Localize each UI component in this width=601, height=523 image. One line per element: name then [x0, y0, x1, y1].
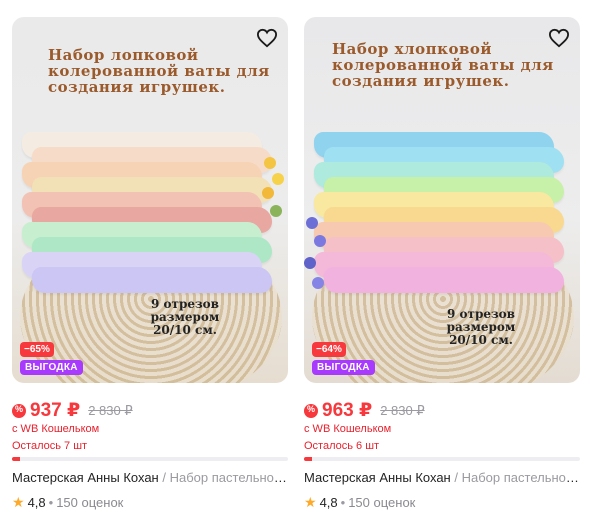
old-price: 2 830 ₽ [88, 402, 133, 418]
promo-badge: ВЫГОДКА [312, 360, 375, 375]
photo-size-note: 9 отрезов размером 20/10 см. [446, 307, 516, 347]
cotton-layer [324, 267, 564, 293]
heart-outline-icon [256, 28, 278, 48]
product-title: Набор пастельной ваты [461, 470, 580, 485]
photo-size-note: 9 отрезов размером 20/10 см. [150, 297, 220, 337]
percent-badge-icon [12, 403, 26, 418]
reviews-count: 150 оценок [56, 495, 124, 510]
cotton-layer [32, 267, 272, 293]
flowers-decoration [260, 157, 286, 237]
product-card[interactable]: Набор хлопковой колерованной ваты для со… [304, 17, 580, 517]
flowers-decoration [304, 217, 330, 297]
rating-row: ★ 4,8 • 150 оценок [12, 494, 123, 511]
brand-name: Мастерская Анны Кохан [12, 470, 159, 485]
cotton-stack [310, 132, 564, 312]
name-separator: / [454, 470, 458, 485]
old-price: 2 830 ₽ [380, 402, 425, 418]
price-row: 963 ₽ 2 830 ₽ [304, 399, 425, 422]
name-separator: / [162, 470, 166, 485]
favorite-button[interactable] [546, 25, 572, 51]
heart-outline-icon [548, 28, 570, 48]
stock-progress [12, 457, 288, 461]
current-price: 963 ₽ [322, 400, 373, 421]
current-price: 937 ₽ [30, 400, 81, 421]
stock-left: Осталось 7 шт [12, 440, 88, 452]
stock-left: Осталось 6 шт [304, 440, 380, 452]
rating-row: ★ 4,8 • 150 оценок [304, 494, 415, 511]
cotton-stack [18, 132, 272, 312]
product-name[interactable]: Мастерская Анны Кохан / Набор пастельной… [12, 470, 288, 485]
favorite-button[interactable] [254, 25, 280, 51]
promo-badge: ВЫГОДКА [20, 360, 83, 375]
price-row: 937 ₽ 2 830 ₽ [12, 399, 133, 422]
reviews-count: 150 оценок [348, 495, 416, 510]
percent-badge-icon [304, 403, 318, 418]
star-icon: ★ [12, 494, 25, 510]
product-photo[interactable]: Набор хлопковой колерованной ваты для со… [304, 17, 580, 383]
discount-badge: −65% [20, 342, 54, 357]
stock-progress-fill [304, 457, 313, 461]
star-icon: ★ [304, 494, 317, 510]
rating-dot: • [48, 495, 54, 510]
photo-caption: Набор лопковой колерованной ваты для соз… [48, 46, 270, 96]
wallet-note: с WB Кошельком [12, 423, 100, 435]
discount-badge: −64% [312, 342, 346, 357]
photo-caption: Набор хлопковой колерованной ваты для со… [332, 40, 554, 90]
product-name[interactable]: Мастерская Анны Кохан / Набор пастельной… [304, 470, 580, 485]
rating-dot: • [340, 495, 346, 510]
product-title: Набор пастельной ваты [169, 470, 288, 485]
stock-progress-fill [12, 457, 21, 461]
wallet-note: с WB Кошельком [304, 423, 392, 435]
rating-value: 4,8 [27, 495, 46, 510]
rating-value: 4,8 [319, 495, 338, 510]
stock-progress [304, 457, 580, 461]
product-photo[interactable]: Набор лопковой колерованной ваты для соз… [12, 17, 288, 383]
brand-name: Мастерская Анны Кохан [304, 470, 451, 485]
product-card[interactable]: Набор лопковой колерованной ваты для соз… [12, 17, 288, 517]
